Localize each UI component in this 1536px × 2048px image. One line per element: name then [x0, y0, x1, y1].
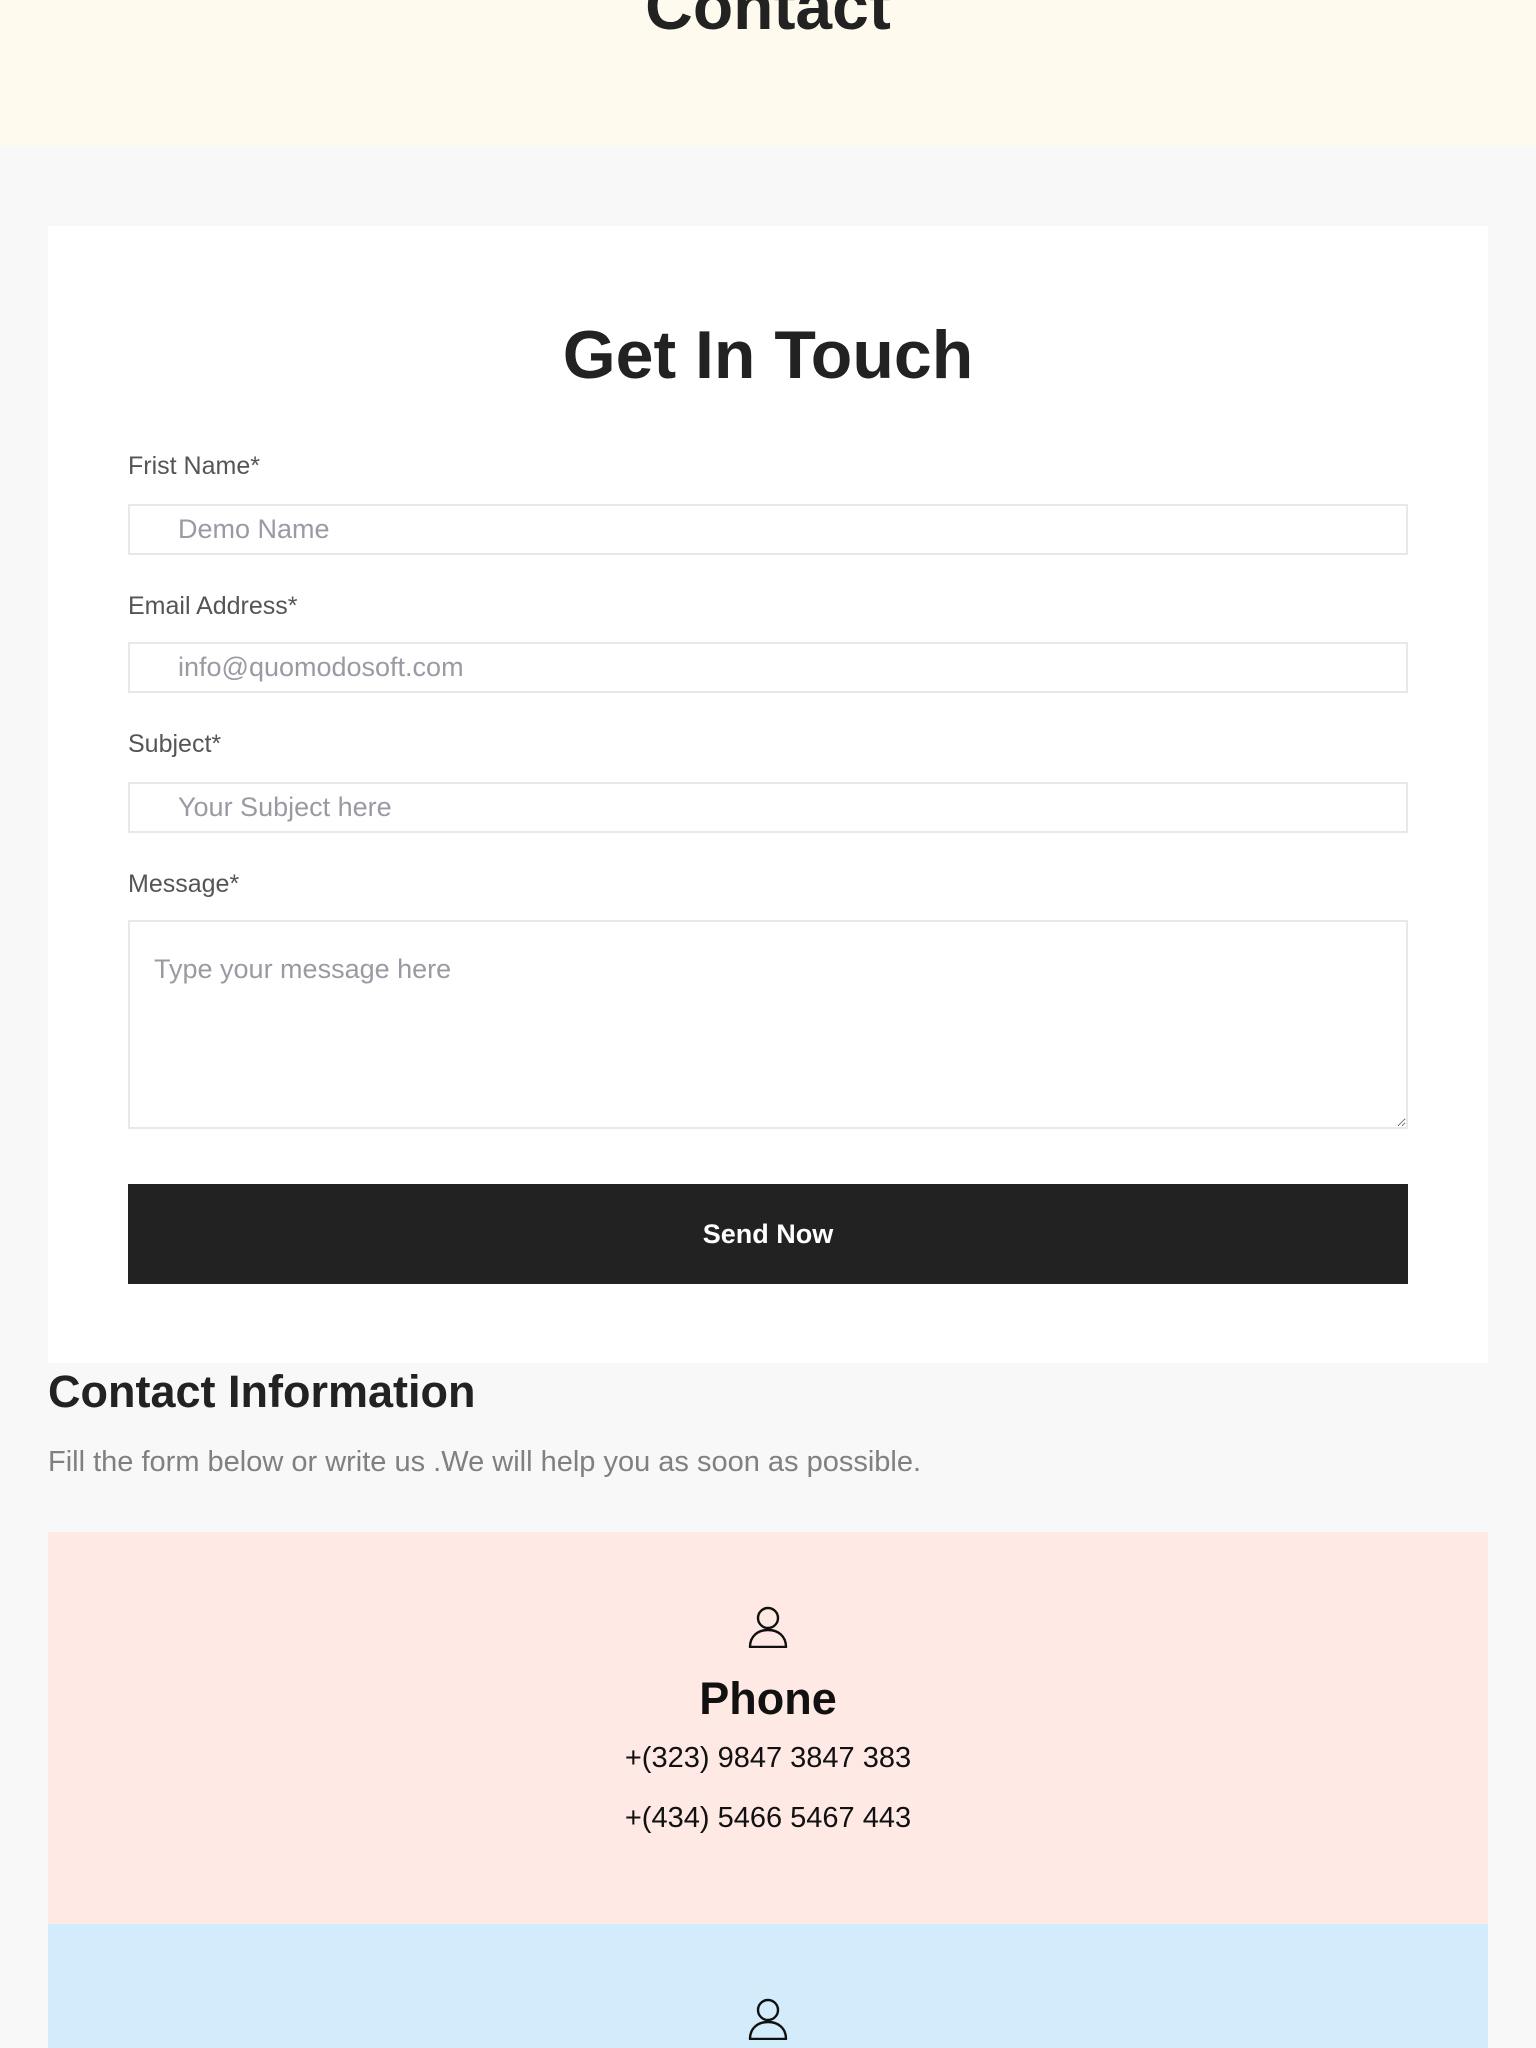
phone-number-2: +(434) 5466 5467 443 — [624, 1802, 912, 1834]
first-name-label: Frist Name* — [128, 452, 260, 480]
page-hero: Contact — [0, 0, 1536, 146]
message-textarea[interactable] — [128, 920, 1408, 1129]
user-icon — [748, 1606, 788, 1648]
email-label: Email Address* — [128, 592, 298, 620]
second-info-box — [48, 1924, 1488, 2048]
phone-title: Phone — [699, 1673, 837, 1724]
phone-info-box: Phone +(323) 9847 3847 383 +(434) 5466 5… — [48, 1532, 1488, 1924]
contact-info-subtitle: Fill the form below or write us .We will… — [48, 1446, 922, 1478]
email-input[interactable] — [128, 642, 1408, 693]
first-name-input[interactable] — [128, 504, 1408, 555]
send-now-button[interactable]: Send Now — [128, 1184, 1408, 1284]
phone-number-1: +(323) 9847 3847 383 — [624, 1742, 912, 1774]
page-title: Contact — [645, 0, 891, 43]
form-title: Get In Touch — [562, 317, 974, 393]
subject-input[interactable] — [128, 782, 1408, 833]
user-icon — [748, 1998, 788, 2040]
message-label: Message* — [128, 870, 240, 898]
subject-label: Subject* — [128, 730, 222, 758]
contact-info-title: Contact Information — [48, 1366, 476, 1417]
